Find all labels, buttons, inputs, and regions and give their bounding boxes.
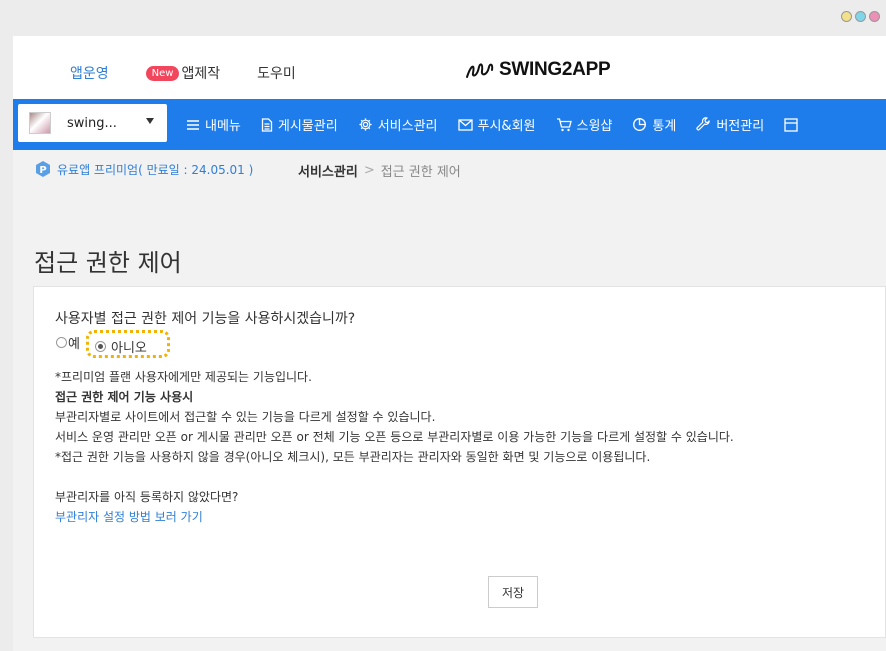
radio-no-label: 아니오 [111,341,147,356]
menu-push-members[interactable]: 푸시&회원 [457,115,536,134]
menu-more[interactable] [784,117,803,132]
caret-down-icon [146,118,154,124]
nav-helper[interactable]: 도우미 [257,63,296,83]
window-controls [841,11,880,22]
menu-items: 내메뉴 게시물관리 서비스관리 푸시&회원 스윙샵 통계 버전관리 [186,99,823,150]
breadcrumb-section[interactable]: 서비스관리 [298,161,358,180]
logo-mark-icon [466,63,494,78]
option-no[interactable]: 아니오 [95,337,147,356]
close-dot[interactable] [869,11,880,22]
page: 앱운영 New 앱제작 도우미 SWING2APP swing... 내메뉴 게… [13,36,886,651]
breadcrumb-current: 접근 권한 제어 [380,165,461,180]
logo-text: SWING2APP [499,59,611,80]
wrench-icon [696,117,711,131]
cart-icon [556,117,572,131]
breadcrumb: 서비스관리 > 접근 권한 제어 [298,161,461,180]
menu-label: 내메뉴 [205,119,241,134]
gear-icon [359,118,372,131]
swing2app-logo[interactable]: SWING2APP [465,59,611,81]
nav-app-operations[interactable]: 앱운영 [70,63,109,83]
mail-icon [457,118,473,131]
usage-heading: 접근 권한 제어 기능 사용시 [55,390,194,404]
menu-posts[interactable]: 게시물관리 [261,115,338,134]
menu-label: 서비스관리 [377,119,438,134]
svg-text:P: P [39,165,46,176]
app-selector-dropdown[interactable]: swing... [18,104,167,142]
premium-status-text: 유료앱 프리미엄( 만료일 : 24.05.01 ) [57,162,254,177]
top-nav: 앱운영 New 앱제작 도우미 [70,63,296,83]
minimize-dot[interactable] [841,11,852,22]
menu-label: 푸시&회원 [477,119,536,134]
menu-label: 버전관리 [716,119,765,134]
premium-status[interactable]: P 유료앱 프리미엄( 만료일 : 24.05.01 ) [35,160,253,178]
menu-label: 스윙샵 [576,119,613,134]
premium-p-icon: P [36,161,50,177]
maximize-dot[interactable] [855,11,866,22]
nav-app-production-label: 앱제작 [181,66,221,82]
hamburger-icon [187,119,199,130]
radio-yes-label: 예 [68,337,80,352]
settings-card: 사용자별 접근 권한 제어 기능을 사용하시겠습니까? 예 아니오 *프리미엄 … [33,286,886,638]
save-button[interactable]: 저장 [488,576,538,608]
new-badge: New [145,65,180,81]
breadcrumb-bar: P 유료앱 프리미엄( 만료일 : 24.05.01 ) 서비스관리 > 접근 … [13,150,886,190]
nav-app-production[interactable]: New 앱제작 [145,63,221,83]
document-icon [261,117,273,132]
menu-version[interactable]: 버전관리 [696,115,764,134]
pie-chart-icon [633,118,647,131]
feature-question: 사용자별 접근 권한 제어 기능을 사용하시겠습니까? [55,311,356,327]
sub-admin-guide-link[interactable]: 부관리자 설정 방법 보러 가기 [55,507,734,527]
menu-label: 게시물관리 [277,119,338,134]
page-title: 접근 권한 제어 [34,249,182,277]
feature-info: *프리미엄 플랜 사용자에게만 제공되는 기능입니다. 접근 권한 제어 기능 … [55,367,734,527]
top-header: 앱운영 New 앱제작 도우미 SWING2APP [13,36,886,99]
radio-yes[interactable] [56,337,67,348]
breadcrumb-separator: > [363,163,375,178]
option-yes[interactable]: 예 [56,333,80,352]
main-menu-bar: swing... 내메뉴 게시물관리 서비스관리 푸시&회원 스윙샵 통계 버전… [13,99,886,150]
usage-line-1: 부관리자별로 사이트에서 접근할 수 있는 기능을 다르게 설정할 수 있습니다… [55,410,436,424]
usage-line-2: 서비스 운영 관리만 오픈 or 게시물 관리만 오픈 or 전체 기능 오픈 … [55,430,734,444]
menu-service[interactable]: 서비스관리 [358,115,438,134]
menu-my-menu[interactable]: 내메뉴 [186,115,241,134]
menu-statistics[interactable]: 통계 [632,115,676,134]
menu-swing-shop[interactable]: 스윙샵 [556,115,613,134]
menu-label: 통계 [652,119,677,134]
premium-only-note: *프리미엄 플랜 사용자에게만 제공되는 기능입니다. [55,370,312,384]
app-thumbnail [29,112,51,134]
app-selector-value: swing... [67,115,117,131]
usage-line-3: *접근 권한 기능을 사용하지 않을 경우(아니오 체크시), 모든 부관리자는… [55,450,651,464]
sub-admin-question: 부관리자를 아직 등록하지 않았다면? [55,490,239,504]
radio-no-selected[interactable] [95,341,106,352]
panel-icon [784,117,798,132]
